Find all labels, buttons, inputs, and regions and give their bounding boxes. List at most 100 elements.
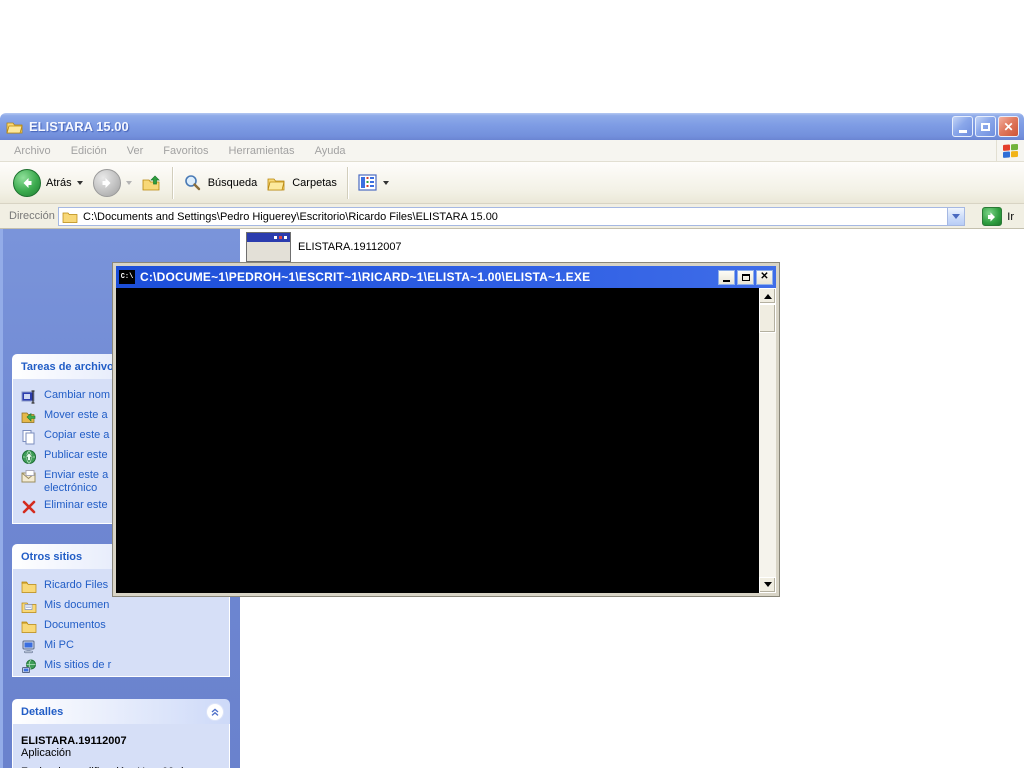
folders-label: Carpetas — [292, 177, 337, 189]
menubar: Archivo Edición Ver Favoritos Herramient… — [0, 140, 1024, 162]
details-header[interactable]: Detalles — [12, 699, 230, 724]
minimize-button[interactable] — [952, 116, 973, 137]
menu-archivo[interactable]: Archivo — [4, 145, 61, 157]
address-path: C:\Documents and Settings\Pedro Higuerey… — [83, 211, 498, 223]
search-label: Búsqueda — [208, 177, 258, 189]
move-icon — [21, 409, 37, 425]
application-icon — [246, 232, 291, 262]
place-label: Mi PC — [44, 639, 74, 652]
arrow-up-icon — [764, 290, 772, 299]
task-label: Publicar este — [44, 449, 108, 462]
task-label: Mover este a — [44, 409, 108, 422]
task-label: Cambiar nom — [44, 389, 110, 402]
console-close-button[interactable]: ✕ — [756, 270, 773, 285]
menu-herramientas[interactable]: Herramientas — [219, 145, 305, 157]
folders-button[interactable]: Carpetas — [262, 165, 342, 201]
collapse-button[interactable] — [206, 703, 224, 721]
maximize-icon — [742, 274, 750, 281]
copy-icon — [21, 429, 37, 445]
toolbar-separator — [347, 167, 348, 199]
menu-favoritos[interactable]: Favoritos — [153, 145, 218, 157]
minimize-icon — [959, 130, 967, 133]
console-window: C:\ C:\DOCUME~1\PEDROH~1\ESCRIT~1\RICARD… — [113, 263, 779, 596]
back-button[interactable]: Atrás — [8, 165, 88, 201]
folders-icon — [267, 174, 287, 192]
task-label: Copiar este a — [44, 429, 109, 442]
explorer-titlebar: ELISTARA 15.00 ✕ — [0, 113, 1024, 140]
toolbar-separator — [172, 167, 173, 199]
search-button[interactable]: Búsqueda — [178, 165, 263, 201]
place-my-computer[interactable]: Mi PC — [19, 637, 225, 657]
windows-logo-icon — [996, 140, 1024, 161]
forward-button[interactable] — [88, 165, 137, 201]
restore-icon — [981, 123, 990, 131]
place-my-documents[interactable]: Mis documen — [19, 597, 225, 617]
forward-dropdown-icon — [126, 181, 132, 188]
details-file-type: Aplicación — [21, 747, 221, 759]
console-titlebar: C:\ C:\DOCUME~1\PEDROH~1\ESCRIT~1\RICARD… — [116, 266, 776, 288]
scrollbar-thumb[interactable] — [759, 304, 776, 333]
views-icon — [358, 174, 378, 192]
rename-icon — [21, 389, 37, 405]
my-computer-icon — [21, 639, 37, 655]
place-label: Mis sitios de r — [44, 659, 111, 672]
go-button[interactable] — [982, 207, 1002, 226]
shared-documents-icon — [21, 619, 37, 635]
up-button[interactable] — [137, 165, 167, 201]
open-folder-icon — [6, 119, 24, 135]
place-label: Ricardo Files — [44, 579, 108, 592]
address-dropdown-button[interactable] — [947, 208, 964, 225]
scroll-up-button[interactable] — [759, 288, 776, 304]
address-label: Dirección — [0, 210, 64, 222]
publish-icon — [21, 449, 37, 465]
go-label: Ir — [1007, 211, 1014, 223]
address-input[interactable]: C:\Documents and Settings\Pedro Higuerey… — [58, 207, 965, 226]
place-label: Documentos — [44, 619, 106, 632]
task-label-line2: electrónico — [44, 482, 97, 494]
restore-button[interactable] — [975, 116, 996, 137]
email-icon — [21, 469, 37, 485]
task-label: Eliminar este — [44, 499, 108, 512]
menu-ayuda[interactable]: Ayuda — [305, 145, 356, 157]
details-file-name: ELISTARA.19112007 — [21, 735, 221, 747]
search-icon — [183, 174, 203, 192]
desktop: ELISTARA 15.00 ✕ Archivo Edición Ver Fav… — [0, 0, 1024, 768]
address-folder-icon — [62, 210, 78, 223]
folder-up-icon — [142, 174, 162, 192]
delete-icon — [21, 499, 37, 515]
details-body: ELISTARA.19112007 Aplicación Fecha de mo… — [12, 724, 230, 768]
scroll-down-button[interactable] — [759, 577, 776, 593]
toolbar: Atrás — [0, 162, 1024, 204]
folder-icon — [21, 579, 37, 595]
console-maximize-button[interactable] — [737, 270, 754, 285]
window-controls: ✕ — [952, 116, 1019, 137]
back-label: Atrás — [46, 177, 72, 189]
window-title: ELISTARA 15.00 — [29, 119, 129, 134]
console-window-title: C:\DOCUME~1\PEDROH~1\ESCRIT~1\RICARD~1\E… — [140, 270, 590, 284]
console-minimize-button[interactable] — [718, 270, 735, 285]
minimize-icon — [723, 280, 730, 282]
network-icon — [21, 659, 37, 675]
arrow-down-icon — [764, 582, 772, 591]
place-label: Mis documen — [44, 599, 109, 612]
place-shared-documents[interactable]: Documentos — [19, 617, 225, 637]
console-scrollbar[interactable] — [759, 288, 776, 593]
console-window-controls: ✕ — [718, 270, 773, 285]
file-item-elistara[interactable]: ELISTARA.19112007 — [246, 232, 402, 262]
place-network[interactable]: Mis sitios de r — [19, 657, 225, 677]
menu-edicion[interactable]: Edición — [61, 145, 117, 157]
task-label: Enviar este a — [44, 469, 108, 481]
close-icon: ✕ — [760, 272, 768, 282]
close-button[interactable]: ✕ — [998, 116, 1019, 137]
details-panel: Detalles ELISTARA.19112007 Aplicación Fe… — [12, 699, 230, 768]
my-documents-icon — [21, 599, 37, 615]
console-output[interactable] — [116, 288, 776, 593]
addressbar: Dirección C:\Documents and Settings\Pedr… — [0, 204, 1024, 229]
forward-icon — [93, 169, 121, 197]
views-dropdown-icon — [383, 181, 389, 188]
back-dropdown-icon — [77, 181, 83, 188]
chevron-down-icon — [952, 214, 960, 223]
views-button[interactable] — [353, 165, 394, 201]
menu-ver[interactable]: Ver — [117, 145, 154, 157]
details-title: Detalles — [21, 706, 63, 718]
